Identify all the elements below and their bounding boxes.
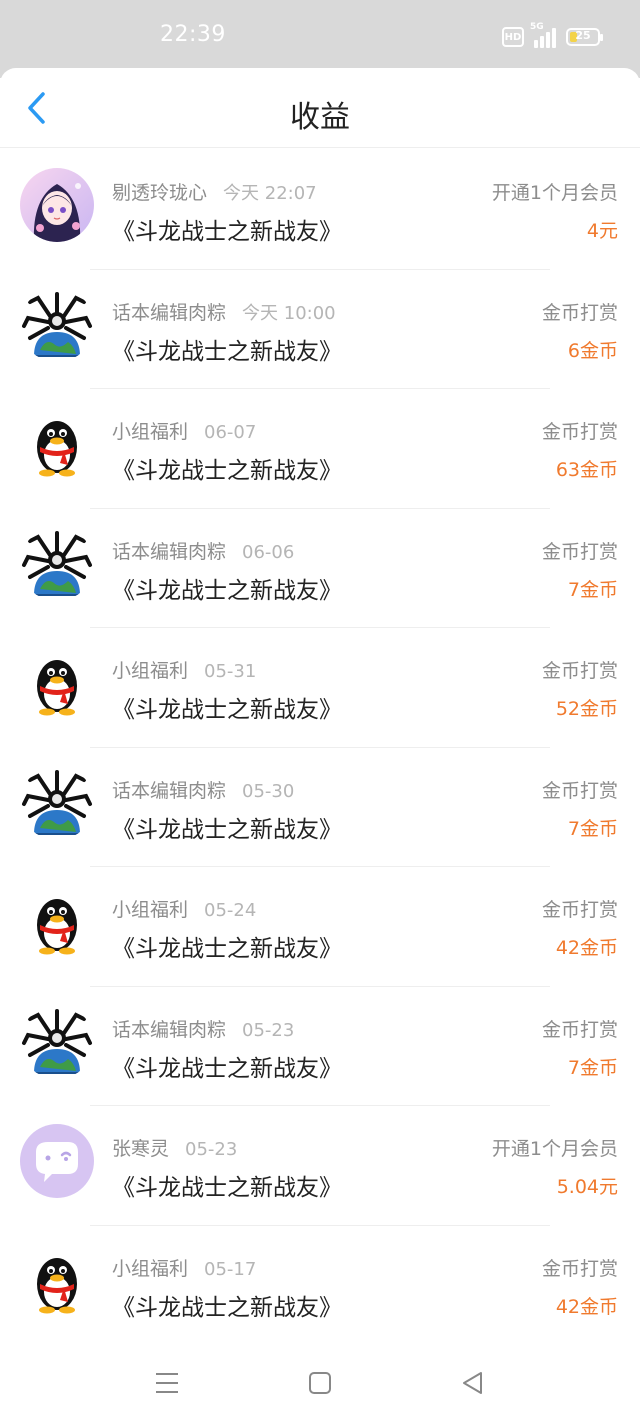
- list-item[interactable]: 小组福利 05-31 《斗龙战士之新战友》 金币打赏 52金币: [0, 628, 640, 748]
- penguin-avatar: [20, 646, 94, 720]
- spider-globe-avatar: [20, 526, 94, 601]
- bottom-nav: [0, 1340, 640, 1422]
- avatar[interactable]: [20, 287, 94, 362]
- home-button[interactable]: [305, 1368, 335, 1398]
- list-item[interactable]: 话本编辑肉粽 今天 10:00 《斗龙战士之新战友》 金币打赏 6金币: [0, 270, 640, 389]
- home-square-icon: [309, 1372, 331, 1394]
- list-item[interactable]: 话本编辑肉粽 05-30 《斗龙战士之新战友》 金币打赏 7金币: [0, 748, 640, 867]
- avatar[interactable]: [20, 526, 94, 601]
- purple-chat-avatar: [20, 1124, 94, 1198]
- item-amount: 7金币: [567, 578, 618, 601]
- signal-icon: 5G: [530, 22, 556, 48]
- item-type: 金币打赏: [541, 660, 618, 682]
- user-name: 小组福利 06-07: [112, 421, 257, 443]
- work-title: 《斗龙战士之新战友》: [112, 936, 342, 962]
- list-item[interactable]: 小组福利 05-24 《斗龙战士之新战友》 金币打赏 42金币: [0, 867, 640, 987]
- status-icons: HD 5G 25: [502, 22, 603, 48]
- item-date: 今天 10:00: [242, 302, 336, 324]
- item-type: 开通1个月会员: [491, 182, 618, 204]
- work-title: 《斗龙战士之新战友》: [112, 1175, 342, 1201]
- item-date: 06-07: [204, 422, 257, 443]
- item-date: 05-31: [204, 661, 257, 682]
- list-item[interactable]: 小组福利 05-17 《斗龙战士之新战友》 金币打赏 42金币: [0, 1226, 640, 1345]
- spider-globe-avatar: [20, 287, 94, 362]
- avatar[interactable]: [20, 1004, 94, 1079]
- list-item[interactable]: 话本编辑肉粽 06-06 《斗龙战士之新战友》 金币打赏 7金币: [0, 509, 640, 628]
- spider-globe-avatar: [20, 765, 94, 840]
- user-name: 小组福利 05-17: [112, 1257, 257, 1280]
- earnings-list: 剔透玲珑心 今天 22:07 《斗龙战士之新战友》 开通1个月会员 4元 话本编辑…: [0, 150, 640, 1345]
- avatar[interactable]: [20, 646, 94, 720]
- status-time: 22:39: [160, 22, 226, 47]
- item-amount: 6金币: [567, 339, 618, 362]
- work-title: 《斗龙战士之新战友》: [112, 816, 342, 843]
- item-type: 金币打赏: [541, 1257, 618, 1280]
- page-title: 收益: [290, 100, 350, 135]
- penguin-avatar: [20, 1243, 94, 1318]
- status-bar: 22:39 HD 5G 25: [0, 0, 640, 78]
- user-name: 张寒灵 05-23: [112, 1138, 238, 1160]
- work-title: 《斗龙战士之新战友》: [112, 338, 342, 365]
- penguin-avatar: [20, 885, 94, 959]
- item-date: 05-17: [204, 1258, 257, 1280]
- list-item[interactable]: 小组福利 06-07 《斗龙战士之新战友》 金币打赏 63金币: [0, 389, 640, 509]
- item-amount: 7金币: [567, 1056, 618, 1079]
- work-title: 《斗龙战士之新战友》: [112, 219, 342, 245]
- item-amount: 42金币: [555, 937, 618, 959]
- item-type: 开通1个月会员: [491, 1138, 618, 1160]
- item-type: 金币打赏: [541, 301, 618, 324]
- user-name: 小组福利 05-24: [112, 899, 257, 921]
- anime-girl-avatar: [20, 168, 94, 242]
- list-item[interactable]: 张寒灵 05-23 《斗龙战士之新战友》 开通1个月会员 5.04元: [0, 1106, 640, 1226]
- item-date: 06-06: [242, 541, 295, 563]
- item-date: 05-30: [242, 780, 295, 802]
- work-title: 《斗龙战士之新战友》: [112, 1055, 342, 1082]
- hd-icon: HD: [502, 27, 524, 47]
- user-name: 话本编辑肉粽 05-30: [112, 779, 295, 802]
- item-type: 金币打赏: [541, 1018, 618, 1041]
- avatar[interactable]: [20, 1124, 94, 1198]
- item-amount: 63金币: [555, 459, 618, 481]
- back-triangle-icon: [463, 1372, 482, 1394]
- battery-icon: 25: [566, 28, 603, 46]
- avatar[interactable]: [20, 168, 94, 242]
- work-title: 《斗龙战士之新战友》: [112, 697, 342, 723]
- avatar[interactable]: [20, 1243, 94, 1318]
- avatar[interactable]: [20, 407, 94, 481]
- work-title: 《斗龙战士之新战友》: [112, 577, 342, 604]
- user-name: 剔透玲珑心 今天 22:07: [112, 182, 317, 204]
- item-amount: 5.04元: [556, 1176, 618, 1198]
- menu-icon: [156, 1373, 178, 1393]
- item-type: 金币打赏: [541, 779, 618, 802]
- list-item[interactable]: 话本编辑肉粽 05-23 《斗龙战士之新战友》 金币打赏 7金币: [0, 987, 640, 1106]
- user-name: 小组福利 05-31: [112, 660, 257, 682]
- item-date: 05-24: [204, 900, 257, 921]
- header: 收益: [0, 68, 640, 148]
- item-amount: 42金币: [555, 1295, 618, 1318]
- item-type: 金币打赏: [541, 899, 618, 921]
- item-amount: 7金币: [567, 817, 618, 840]
- item-type: 金币打赏: [541, 421, 618, 443]
- item-type: 金币打赏: [541, 540, 618, 563]
- user-name: 话本编辑肉粽 05-23: [112, 1018, 295, 1041]
- user-name: 话本编辑肉粽 今天 10:00: [112, 301, 336, 324]
- avatar[interactable]: [20, 885, 94, 959]
- penguin-avatar: [20, 407, 94, 481]
- system-back-button[interactable]: [458, 1368, 488, 1398]
- item-amount: 52金币: [555, 698, 618, 720]
- item-amount: 4元: [586, 220, 618, 242]
- item-date: 05-23: [185, 1139, 238, 1160]
- avatar[interactable]: [20, 765, 94, 840]
- work-title: 《斗龙战士之新战友》: [112, 458, 342, 484]
- spider-globe-avatar: [20, 1004, 94, 1079]
- list-item[interactable]: 剔透玲珑心 今天 22:07 《斗龙战士之新战友》 开通1个月会员 4元: [0, 150, 640, 270]
- item-date: 今天 22:07: [223, 183, 317, 204]
- user-name: 话本编辑肉粽 06-06: [112, 540, 295, 563]
- menu-button[interactable]: [152, 1368, 182, 1398]
- work-title: 《斗龙战士之新战友》: [112, 1294, 342, 1321]
- item-date: 05-23: [242, 1019, 295, 1041]
